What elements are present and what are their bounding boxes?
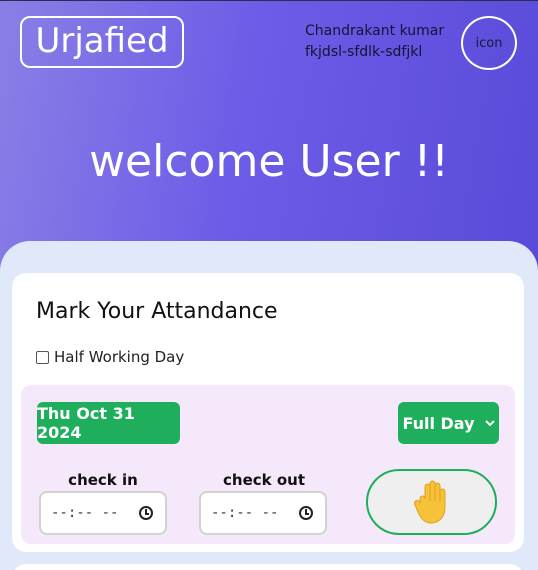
day-type-value: Full Day (402, 413, 475, 433)
raised-hand-icon (413, 480, 445, 524)
next-card (12, 564, 524, 570)
half-day-toggle[interactable]: Half Working Day (36, 348, 184, 366)
app-logo[interactable]: Urjafied (20, 16, 184, 68)
check-out-label: check out (223, 471, 305, 489)
clock-icon[interactable] (299, 506, 313, 520)
mark-attendance-button[interactable] (366, 469, 497, 535)
check-out-input[interactable]: --:-- -- (199, 491, 327, 535)
user-info: Chandrakant kumar fkjdsl-sfdlk-sdfjkl (305, 21, 444, 63)
avatar[interactable]: icon (461, 16, 517, 70)
check-out-value: --:-- -- (211, 505, 279, 521)
chevron-down-icon (484, 420, 495, 427)
user-name: Chandrakant kumar (305, 23, 445, 39)
check-in-label: check in (68, 471, 138, 489)
attendance-title: Mark Your Attandance (36, 299, 278, 324)
date-badge: Thu Oct 31 2024 (37, 402, 180, 444)
user-id: fkjdsl-sfdlk-sdfjkl (305, 44, 423, 60)
clock-icon[interactable] (139, 506, 153, 520)
check-in-input[interactable]: --:-- -- (39, 491, 167, 535)
welcome-heading: welcome User !! (89, 136, 449, 187)
check-in-value: --:-- -- (51, 505, 119, 521)
half-day-checkbox[interactable] (36, 350, 49, 364)
half-day-label: Half Working Day (54, 348, 185, 366)
day-type-select[interactable]: Full Day (398, 402, 499, 444)
